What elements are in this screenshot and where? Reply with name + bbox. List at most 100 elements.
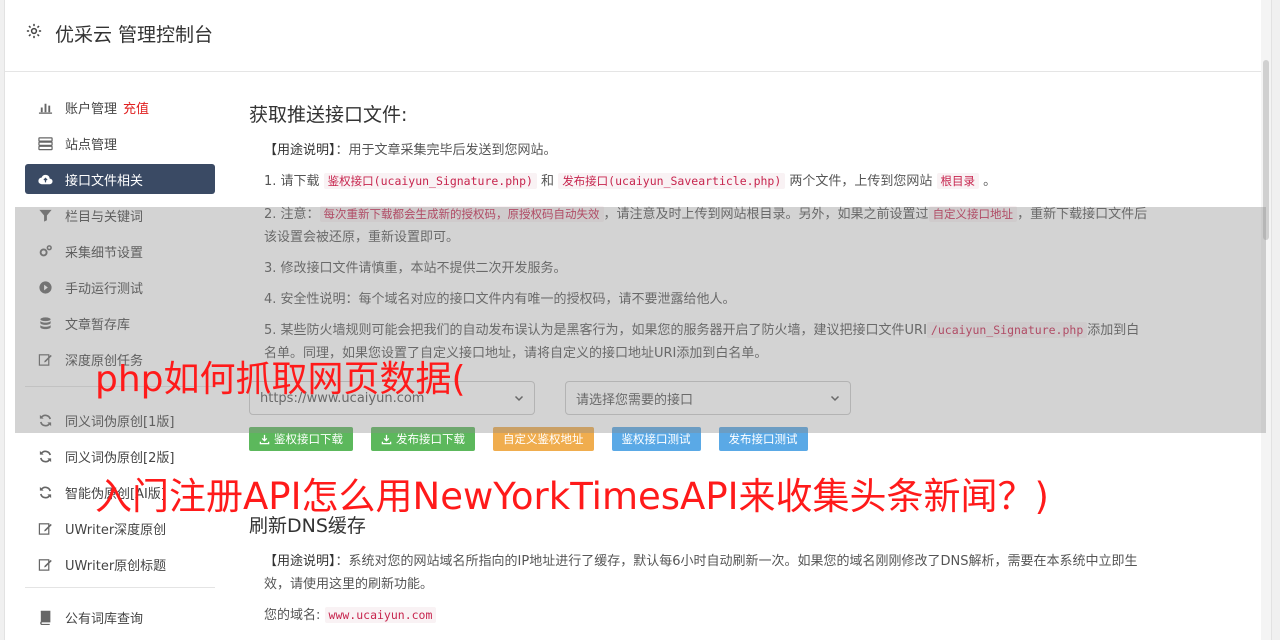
page-title: 优采云 管理控制台 bbox=[55, 24, 214, 46]
usage-note: 【用途说明】：用于文章采集完毕后发送到您网站。 bbox=[264, 139, 1149, 162]
button-label: 鉴权接口下载 bbox=[274, 432, 343, 446]
action-buttons: 鉴权接口下载 发布接口下载 自定义鉴权地址 鉴权接口测试 发布接口测试 bbox=[249, 427, 1149, 451]
download-icon bbox=[381, 434, 392, 444]
server-icon bbox=[37, 135, 53, 151]
domain-value: www.ucaiyun.com bbox=[324, 607, 437, 623]
refresh-icon bbox=[37, 412, 53, 428]
api-select[interactable]: 请选择您需要的接口 bbox=[565, 381, 851, 415]
sidebar-item-label: 智能伪原创[AI版] bbox=[65, 486, 166, 502]
edit-icon bbox=[37, 556, 53, 572]
refresh-icon bbox=[37, 484, 53, 500]
sidebar-item-label: 接口文件相关 bbox=[65, 173, 144, 189]
step-5: 5. 某些防火墙规则可能会把我们的自动发布误认为是黑客行为，如果您的服务器开启了… bbox=[264, 319, 1149, 365]
section-title-dns: 刷新DNS缓存 bbox=[249, 515, 366, 537]
step-text: 1. 请下载 bbox=[264, 174, 324, 189]
button-label: 发布接口测试 bbox=[728, 432, 798, 446]
sidebar-item-account[interactable]: 账户管理 充值 bbox=[25, 92, 215, 122]
step-text: 两个文件，上传到您网站 bbox=[785, 174, 937, 189]
sidebar-item-api-files[interactable]: 接口文件相关 bbox=[25, 164, 215, 194]
sidebar-item-manual-run[interactable]: 手动运行测试 bbox=[25, 272, 215, 302]
sidebar-item-uwriter-title[interactable]: UWriter原创标题 bbox=[25, 549, 215, 579]
gears-icon bbox=[37, 243, 53, 259]
sidebar-item-collect-settings[interactable]: 采集细节设置 bbox=[25, 236, 215, 266]
button-label: 发布接口下载 bbox=[396, 432, 465, 446]
step-text: 5. 某些防火墙规则可能会把我们的自动发布误认为是黑客行为，如果您的服务器开启了… bbox=[264, 323, 927, 338]
sidebar-item-label: 同义词伪原创[1版] bbox=[65, 414, 175, 430]
publish-test-button[interactable]: 发布接口测试 bbox=[718, 427, 808, 451]
section-title-api-files: 获取推送接口文件: bbox=[249, 104, 408, 126]
auth-file-code: 鉴权接口(ucaiyun_Signature.php) bbox=[323, 173, 537, 189]
step-text: 。 bbox=[979, 174, 997, 189]
filter-icon bbox=[37, 207, 53, 223]
step-3: 3. 修改接口文件请慎重，本站不提供二次开发服务。 bbox=[264, 261, 567, 276]
book-icon bbox=[37, 609, 53, 625]
dns-usage-note: 【用途说明】：系统对您的网站域名所指向的IP地址进行了缓存，默认每6小时自动刷新… bbox=[264, 550, 1144, 596]
chevron-down-icon bbox=[830, 395, 840, 402]
refresh-icon bbox=[37, 448, 53, 464]
auth-download-button[interactable]: 鉴权接口下载 bbox=[249, 427, 353, 451]
publish-file-code: 发布接口(ucaiyun_Savearticle.php) bbox=[558, 173, 786, 189]
top-header: 优采云 管理控制台 bbox=[5, 0, 1271, 72]
sidebar-item-label: 栏目与关键词 bbox=[65, 209, 144, 225]
step-text: ，请注意及时上传到网站根目录。另外，如果之前设置过 bbox=[603, 207, 929, 222]
domain-label: 您的域名: bbox=[264, 608, 321, 623]
sidebar-item-label: 文章暂存库 bbox=[65, 317, 131, 333]
gear-icon bbox=[26, 23, 42, 39]
site-select-value: https://www.ucaiyun.com bbox=[260, 390, 425, 406]
step-text: 和 bbox=[536, 174, 559, 189]
sidebar-divider bbox=[25, 386, 215, 387]
chevron-down-icon bbox=[514, 395, 524, 402]
sidebar-item-label: 站点管理 bbox=[65, 137, 118, 153]
usage-label: 【用途说明】 bbox=[264, 554, 336, 569]
sidebar-item-label: 账户管理 bbox=[65, 101, 118, 117]
sidebar-item-article-store[interactable]: 文章暂存库 bbox=[25, 308, 215, 338]
button-label: 自定义鉴权地址 bbox=[503, 432, 584, 446]
sidebar-divider bbox=[25, 587, 215, 588]
main-content: 获取推送接口文件: 【用途说明】：用于文章采集完毕后发送到您网站。 1. 请下载… bbox=[249, 100, 1149, 635]
play-circle-icon bbox=[37, 279, 53, 295]
site-select[interactable]: https://www.ucaiyun.com bbox=[249, 381, 535, 415]
sidebar-item-label: 采集细节设置 bbox=[65, 245, 144, 261]
scrollbar[interactable] bbox=[1261, 0, 1271, 640]
recharge-link[interactable]: 充值 bbox=[123, 98, 149, 117]
auth-test-button[interactable]: 鉴权接口测试 bbox=[611, 427, 701, 451]
sidebar-item-synonym-v1[interactable]: 同义词伪原创[1版] bbox=[25, 405, 215, 435]
cloud-upload-icon bbox=[37, 171, 53, 187]
sidebar-item-synonym-v2[interactable]: 同义词伪原创[2版] bbox=[25, 441, 215, 471]
step-1: 1. 请下载 鉴权接口(ucaiyun_Signature.php) 和 发布接… bbox=[264, 170, 1149, 193]
auth-code-warning: 每次重新下载都会生成新的授权码，原授权码自动失效 bbox=[319, 206, 604, 222]
usage-text: ：用于文章采集完毕后发送到您网站。 bbox=[335, 143, 557, 158]
sidebar-item-deep-original[interactable]: 深度原创任务 bbox=[25, 344, 215, 374]
sidebar-item-sites[interactable]: 站点管理 bbox=[25, 128, 215, 158]
signature-uri-code: /ucaiyun_Signature.php bbox=[926, 322, 1088, 338]
step-2: 2. 注意： 每次重新下载都会生成新的授权码，原授权码自动失效 ，请注意及时上传到网… bbox=[264, 203, 1149, 249]
sidebar-item-label: 深度原创任务 bbox=[65, 353, 144, 369]
database-icon bbox=[37, 315, 53, 331]
api-select-value: 请选择您需要的接口 bbox=[576, 392, 694, 408]
sidebar-item-label: 手动运行测试 bbox=[65, 281, 144, 297]
bar-chart-icon bbox=[37, 99, 53, 115]
sidebar: 账户管理 充值 站点管理 接口文件相关 栏目与关键词 采集细节设置 手动运行测试… bbox=[25, 92, 215, 638]
scrollbar-thumb[interactable] bbox=[1263, 60, 1269, 240]
button-label: 鉴权接口测试 bbox=[621, 432, 691, 446]
root-dir-code: 根目录 bbox=[936, 173, 980, 189]
sidebar-item-label: UWriter深度原创 bbox=[65, 522, 167, 538]
step-4: 4. 安全性说明：每个域名对应的接口文件内有唯一的授权码，请不要泄露给他人。 bbox=[264, 292, 736, 307]
edit-icon bbox=[37, 520, 53, 536]
sidebar-item-label: 同义词伪原创[2版] bbox=[65, 450, 175, 466]
sidebar-item-uwriter-deep[interactable]: UWriter深度原创 bbox=[25, 513, 215, 543]
edit-icon bbox=[37, 351, 53, 367]
download-icon bbox=[259, 434, 270, 444]
sidebar-item-label: UWriter原创标题 bbox=[65, 558, 167, 574]
selector-row: https://www.ucaiyun.com 请选择您需要的接口 bbox=[249, 381, 1149, 415]
console-frame: 优采云 管理控制台 账户管理 充值 站点管理 接口文件相关 栏目与关键词 采集细… bbox=[4, 0, 1272, 640]
usage-text: ：系统对您的网站域名所指向的IP地址进行了缓存，默认每6小时自动刷新一次。如果您… bbox=[264, 554, 1138, 592]
custom-auth-url-button[interactable]: 自定义鉴权地址 bbox=[493, 427, 594, 451]
sidebar-item-ai-rewrite[interactable]: 智能伪原创[AI版] bbox=[25, 477, 215, 507]
sidebar-item-label: 公有词库查询 bbox=[65, 611, 144, 627]
usage-label: 【用途说明】 bbox=[264, 143, 336, 158]
publish-download-button[interactable]: 发布接口下载 bbox=[371, 427, 475, 451]
sidebar-item-columns-keywords[interactable]: 栏目与关键词 bbox=[25, 200, 215, 230]
domain-row: 您的域名: www.ucaiyun.com bbox=[264, 604, 1149, 627]
sidebar-item-public-lexicon[interactable]: 公有词库查询 bbox=[25, 602, 215, 632]
